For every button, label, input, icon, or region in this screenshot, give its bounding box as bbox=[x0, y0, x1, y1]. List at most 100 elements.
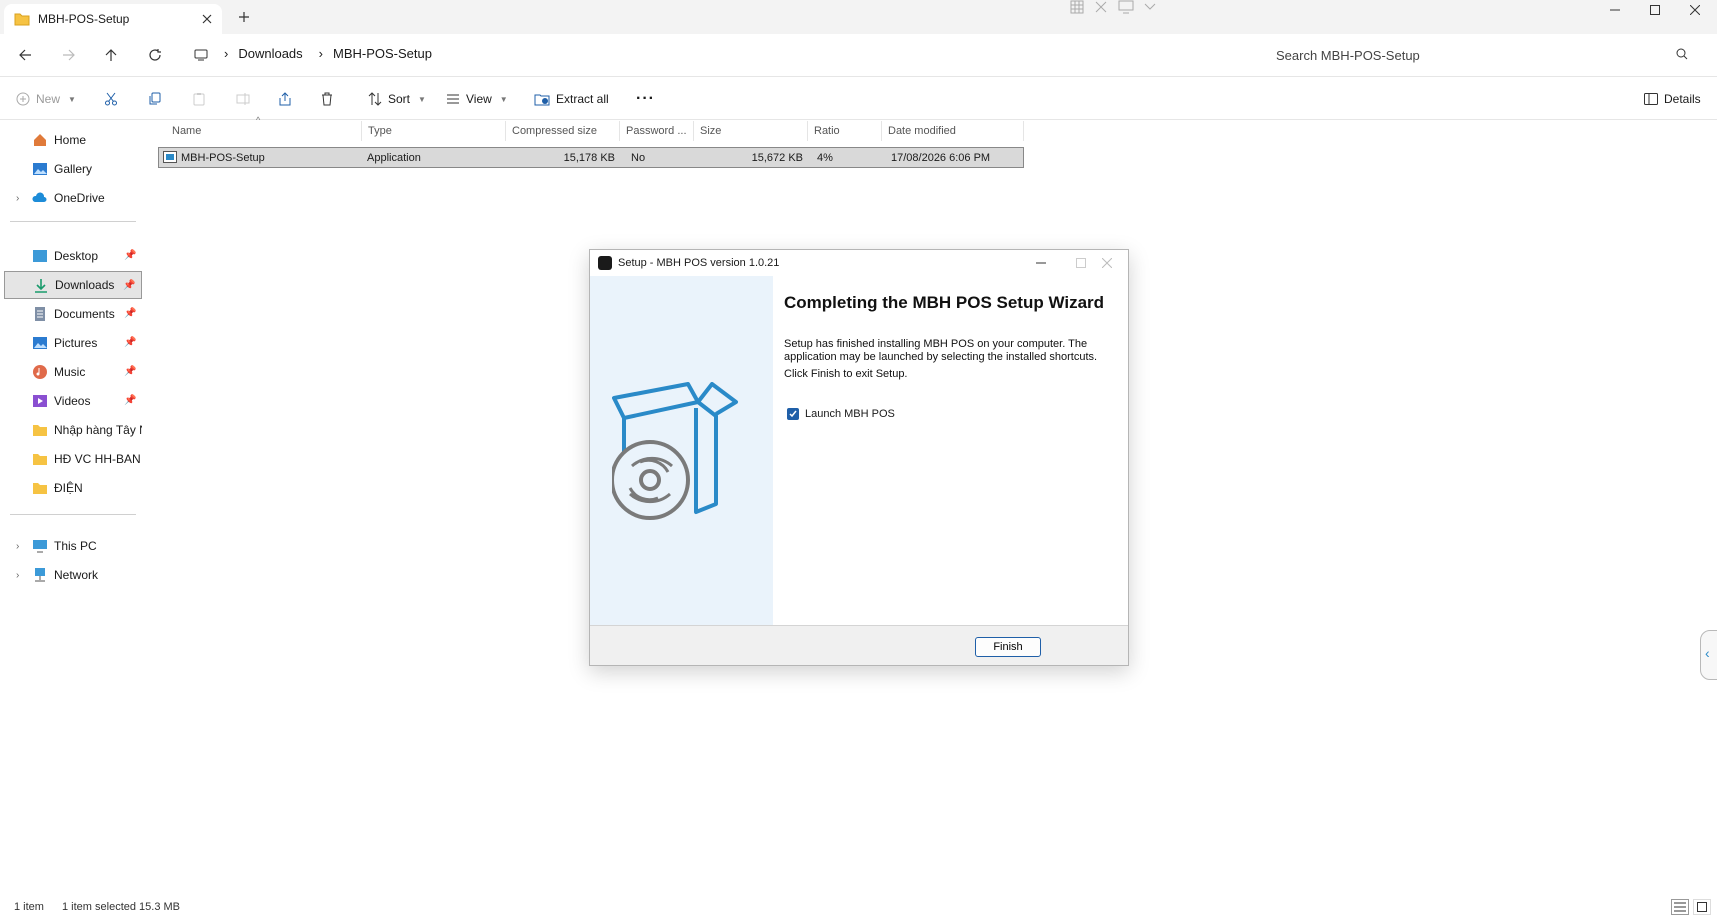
folder-icon bbox=[33, 483, 47, 494]
fullscreen-icon[interactable] bbox=[1094, 0, 1108, 14]
grid-icon[interactable] bbox=[1070, 0, 1084, 14]
cut-button[interactable] bbox=[104, 88, 118, 110]
wizard-exit-text: Click Finish to exit Setup. bbox=[784, 368, 908, 380]
search-icon bbox=[1676, 48, 1688, 60]
monitor-icon[interactable] bbox=[1118, 0, 1134, 14]
dialog-minimize-button[interactable] bbox=[1026, 254, 1056, 272]
sort-button[interactable]: Sort ▼ bbox=[368, 88, 426, 110]
sidebar-label: Documents bbox=[54, 307, 115, 321]
minimize-button[interactable] bbox=[1596, 0, 1634, 20]
sidebar-label: Videos bbox=[54, 394, 91, 408]
forward-button[interactable] bbox=[58, 44, 80, 66]
arrow-up-icon bbox=[105, 49, 117, 61]
chevron-right-icon[interactable]: › bbox=[16, 193, 19, 204]
paste-button[interactable] bbox=[192, 88, 206, 110]
home-icon bbox=[34, 134, 46, 146]
sidebar-item-gallery[interactable]: Gallery bbox=[4, 155, 142, 183]
more-options-button[interactable]: ··· bbox=[636, 88, 655, 110]
chevron-down-icon[interactable] bbox=[1144, 0, 1156, 14]
view-toggle bbox=[1671, 899, 1711, 915]
tiles-view-icon bbox=[1697, 902, 1707, 912]
sidebar-item-folder-dien[interactable]: ĐIỆN bbox=[4, 474, 142, 502]
sidebar-item-folder-nhap-hang[interactable]: Nhập hàng Tây Nar bbox=[4, 416, 142, 444]
sidebar-item-onedrive[interactable]: › OneDrive bbox=[4, 184, 142, 212]
details-view-button[interactable] bbox=[1671, 899, 1689, 915]
finish-button[interactable]: Finish bbox=[975, 637, 1041, 657]
chevron-right-icon[interactable]: › bbox=[16, 541, 19, 552]
more-icon: ··· bbox=[636, 90, 655, 107]
dialog-close-button[interactable] bbox=[1092, 254, 1122, 272]
snap-toolbar bbox=[1070, 0, 1156, 14]
arrow-right-icon bbox=[63, 49, 75, 61]
column-header-name[interactable]: Name bbox=[166, 121, 362, 141]
sidebar-item-documents[interactable]: Documents 📌 bbox=[4, 300, 142, 328]
column-header-password[interactable]: Password ... bbox=[620, 121, 694, 141]
share-button[interactable] bbox=[278, 88, 292, 110]
column-header-size[interactable]: Size bbox=[694, 121, 808, 141]
view-button[interactable]: View ▼ bbox=[446, 88, 508, 110]
column-header-date-modified[interactable]: Date modified bbox=[882, 121, 1024, 141]
minimize-icon bbox=[1610, 9, 1620, 11]
pictures-icon bbox=[33, 337, 47, 349]
extract-all-label: Extract all bbox=[556, 92, 609, 106]
pin-icon: 📌 bbox=[124, 308, 137, 319]
sidebar-item-network[interactable]: › Network bbox=[4, 561, 142, 589]
cell-name: MBH-POS-Setup bbox=[181, 152, 265, 164]
back-button[interactable] bbox=[14, 44, 36, 66]
breadcrumb-mbh-pos-setup[interactable]: MBH-POS-Setup bbox=[333, 46, 432, 61]
view-icon bbox=[447, 94, 459, 104]
new-tab-icon[interactable] bbox=[236, 9, 252, 25]
pin-icon: 📌 bbox=[124, 250, 137, 261]
sidebar-item-downloads[interactable]: Downloads 📌 bbox=[4, 271, 142, 299]
share-icon bbox=[279, 92, 291, 106]
sort-label: Sort bbox=[388, 92, 411, 106]
dialog-footer: Finish bbox=[590, 625, 1128, 665]
download-icon bbox=[35, 279, 47, 293]
sidebar-item-folder-hd-vc[interactable]: HĐ VC HH-BAN CH bbox=[4, 445, 142, 473]
tiles-view-button[interactable] bbox=[1693, 899, 1711, 915]
launch-checkbox-row[interactable]: Launch MBH POS bbox=[787, 408, 895, 420]
sidebar-item-this-pc[interactable]: › This PC bbox=[4, 532, 142, 560]
delete-button[interactable] bbox=[320, 88, 334, 110]
chevron-right-icon[interactable]: › bbox=[16, 570, 19, 581]
cloud-icon bbox=[32, 192, 47, 202]
sidebar-item-desktop[interactable]: Desktop 📌 bbox=[4, 242, 142, 270]
close-button[interactable] bbox=[1676, 0, 1714, 20]
copy-button[interactable] bbox=[148, 88, 162, 110]
tab-title: MBH-POS-Setup bbox=[38, 12, 130, 26]
item-count: 1 item bbox=[14, 901, 44, 913]
network-icon bbox=[35, 568, 45, 582]
close-tab-icon[interactable] bbox=[200, 12, 214, 26]
column-header-type[interactable]: Type bbox=[362, 121, 506, 141]
sidebar-divider bbox=[10, 514, 136, 515]
maximize-button[interactable] bbox=[1636, 0, 1674, 20]
sidebar-item-music[interactable]: Music 📌 bbox=[4, 358, 142, 386]
sidebar-item-pictures[interactable]: Pictures 📌 bbox=[4, 329, 142, 357]
scissors-icon bbox=[105, 92, 117, 106]
chevron-left-icon: ‹ bbox=[1705, 645, 1710, 661]
new-button[interactable]: New ▼ bbox=[16, 88, 76, 110]
refresh-button[interactable] bbox=[144, 44, 166, 66]
side-panel-handle[interactable]: ‹ bbox=[1700, 630, 1717, 680]
sidebar-item-videos[interactable]: Videos 📌 bbox=[4, 387, 142, 415]
gallery-icon bbox=[33, 163, 47, 175]
tab-mbh-pos-setup[interactable]: MBH-POS-Setup bbox=[4, 4, 222, 34]
sidebar-label: ĐIỆN bbox=[54, 481, 83, 495]
rename-button[interactable] bbox=[236, 88, 250, 110]
cell-date-modified: 17/08/2026 6:06 PM bbox=[891, 152, 991, 164]
column-header-compressed-size[interactable]: Compressed size bbox=[506, 121, 620, 141]
pc-location-button[interactable] bbox=[190, 44, 212, 66]
up-button[interactable] bbox=[100, 44, 122, 66]
sidebar-item-home[interactable]: Home bbox=[4, 126, 142, 154]
breadcrumb-downloads[interactable]: Downloads bbox=[238, 46, 302, 61]
search-input[interactable]: Search MBH-POS-Setup bbox=[1190, 40, 1700, 70]
extract-all-button[interactable]: Extract all bbox=[534, 88, 609, 110]
details-pane-button[interactable]: Details bbox=[1644, 88, 1701, 110]
navigation-pane: Home Gallery › OneDrive Desktop 📌 Downlo… bbox=[0, 121, 142, 897]
launch-checkbox[interactable] bbox=[787, 408, 799, 420]
folder-icon bbox=[33, 454, 47, 465]
column-header-ratio[interactable]: Ratio bbox=[808, 121, 882, 141]
details-label: Details bbox=[1664, 92, 1701, 106]
table-row[interactable]: MBH-POS-Setup Application 15,178 KB No 1… bbox=[158, 147, 1024, 168]
arrow-left-icon bbox=[19, 49, 31, 61]
